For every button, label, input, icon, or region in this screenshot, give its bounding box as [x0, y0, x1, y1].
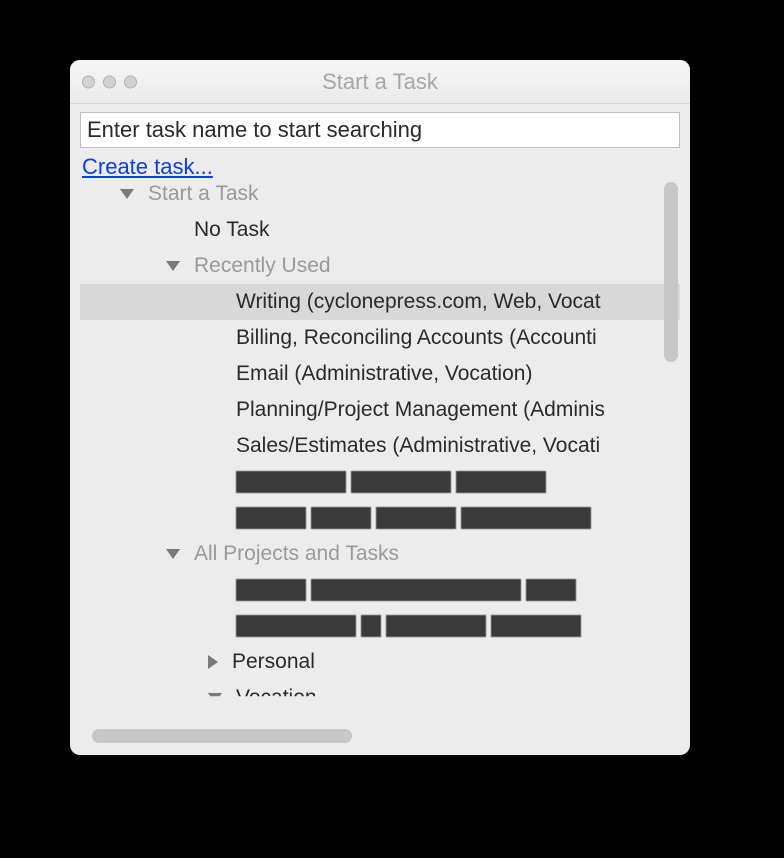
recent-item-label: Sales/Estimates (Administrative, Vocati [236, 430, 600, 463]
disclosure-spacer [208, 333, 222, 343]
obscured-text [236, 615, 581, 637]
personal-label: Personal [232, 646, 315, 679]
obscured-item-row[interactable] [80, 572, 680, 608]
disclosure-spacer [208, 369, 222, 379]
disclosure-spacer [208, 405, 222, 415]
obscured-item-row[interactable] [80, 500, 680, 536]
all-projects-label: All Projects and Tasks [194, 538, 399, 571]
tree-root-label: Start a Task [148, 178, 259, 211]
disclosure-spacer [208, 297, 222, 307]
disclosure-spacer [208, 621, 222, 631]
recent-item-row[interactable]: Billing, Reconciling Accounts (Accounti [80, 320, 680, 356]
recent-item-label: Billing, Reconciling Accounts (Accounti [236, 322, 597, 355]
close-window-button[interactable] [82, 75, 95, 88]
personal-row[interactable]: Personal [80, 644, 680, 680]
recent-item-label: Email (Administrative, Vocation) [236, 358, 532, 391]
titlebar: Start a Task [70, 60, 690, 104]
disclosure-down-icon[interactable] [208, 693, 222, 703]
disclosure-spacer [208, 585, 222, 595]
disclosure-spacer [208, 441, 222, 451]
obscured-text [236, 507, 591, 529]
disclosure-down-icon[interactable] [120, 189, 134, 199]
vocation-label: Vocation [236, 682, 317, 715]
task-search-input[interactable] [80, 112, 680, 148]
no-task-row[interactable]: No Task [80, 212, 680, 248]
window-body: Create task... Start a Task No Task Rece… [70, 104, 690, 755]
vertical-scrollbar[interactable] [664, 182, 678, 362]
obscured-text [236, 579, 576, 601]
zoom-window-button[interactable] [124, 75, 137, 88]
all-projects-row[interactable]: All Projects and Tasks [80, 536, 680, 572]
disclosure-down-icon[interactable] [166, 261, 180, 271]
tree-scroll-area: Start a Task No Task Recently Used Writi… [80, 176, 680, 745]
disclosure-down-icon[interactable] [166, 549, 180, 559]
obscured-item-row[interactable] [80, 464, 680, 500]
disclosure-spacer [208, 513, 222, 523]
obscured-item-row[interactable] [80, 608, 680, 644]
disclosure-spacer [166, 225, 180, 235]
recent-item-label: Writing (cyclonepress.com, Web, Vocat [236, 286, 601, 319]
recent-item-row[interactable]: Sales/Estimates (Administrative, Vocati [80, 428, 680, 464]
window-title: Start a Task [322, 69, 438, 95]
window-controls [82, 75, 137, 88]
minimize-window-button[interactable] [103, 75, 116, 88]
task-tree: Start a Task No Task Recently Used Writi… [80, 176, 680, 716]
recently-used-row[interactable]: Recently Used [80, 248, 680, 284]
recent-item-row[interactable]: Writing (cyclonepress.com, Web, Vocat [80, 284, 680, 320]
recently-used-label: Recently Used [194, 250, 331, 283]
disclosure-right-icon[interactable] [208, 655, 218, 669]
no-task-label: No Task [194, 214, 269, 247]
recent-item-row[interactable]: Email (Administrative, Vocation) [80, 356, 680, 392]
vocation-row[interactable]: Vocation [80, 680, 680, 716]
recent-item-label: Planning/Project Management (Adminis [236, 394, 605, 427]
horizontal-scrollbar[interactable] [92, 729, 352, 743]
tree-root-row[interactable]: Start a Task [80, 176, 680, 212]
disclosure-spacer [208, 477, 222, 487]
recent-item-row[interactable]: Planning/Project Management (Adminis [80, 392, 680, 428]
start-task-window: Start a Task Create task... Start a Task… [70, 60, 690, 755]
obscured-text [236, 471, 546, 493]
